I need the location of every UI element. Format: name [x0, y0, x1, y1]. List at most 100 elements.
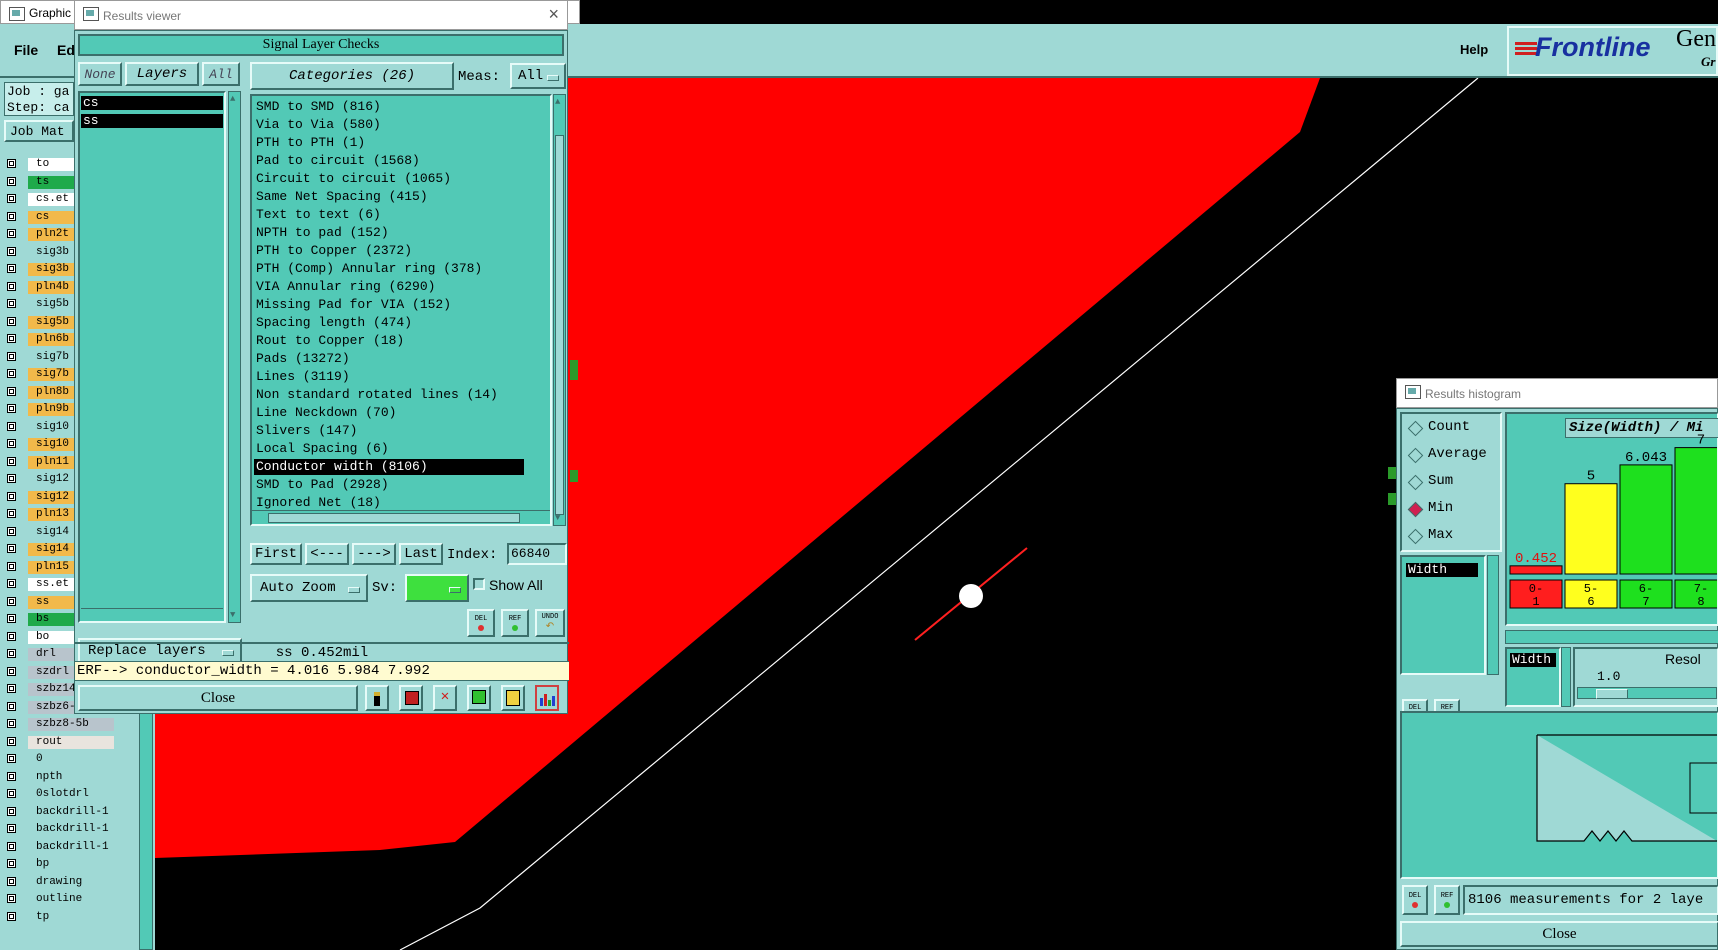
layer-checkbox[interactable]	[7, 544, 16, 553]
width-field-list[interactable]: Width	[1505, 647, 1561, 707]
layer-checkbox[interactable]	[7, 229, 16, 238]
layer-list-vscroll[interactable]: ▲ ▼	[228, 91, 241, 623]
layer-checkbox[interactable]	[7, 824, 16, 833]
layer-checkbox[interactable]	[7, 771, 16, 781]
delete-results-icon[interactable]: ✕	[433, 685, 457, 711]
layer-checkbox[interactable]	[7, 456, 16, 466]
category-item[interactable]: Conductor width (8106)	[254, 459, 524, 475]
histogram-bar[interactable]	[1564, 483, 1618, 575]
file-menu[interactable]: File	[14, 42, 38, 58]
none-button[interactable]: None	[78, 62, 122, 86]
undo-icon[interactable]: UNDO ↶	[535, 609, 565, 637]
last-button[interactable]: Last	[399, 543, 443, 565]
layer-checkbox[interactable]	[7, 736, 16, 746]
layer-row[interactable]: tp	[4, 910, 116, 924]
prev-button[interactable]: <---	[305, 543, 349, 565]
layer-checkbox[interactable]	[7, 159, 16, 168]
layer-checkbox[interactable]	[7, 754, 16, 763]
category-item[interactable]: Pads (13272)	[254, 351, 524, 367]
mode-radio-max[interactable]: Max	[1407, 526, 1500, 546]
layer-row[interactable]: backdrill-1	[4, 805, 116, 819]
layer-name[interactable]: 0	[28, 753, 114, 766]
layer-checkbox[interactable]	[7, 264, 16, 273]
category-item[interactable]: Text to text (6)	[254, 207, 524, 223]
category-item[interactable]: PTH to Copper (2372)	[254, 243, 524, 259]
layer-row[interactable]: backdrill-1	[4, 840, 116, 854]
layer-checkbox[interactable]	[7, 281, 16, 291]
chart-hscroll[interactable]	[1505, 630, 1718, 644]
layer-row[interactable]: 0	[4, 753, 116, 766]
categories-list[interactable]: SMD to SMD (816) Via to Via (580) PTH to P…	[250, 94, 552, 526]
layer-checkbox[interactable]	[7, 631, 16, 641]
categories-hscroll[interactable]	[252, 510, 550, 524]
layer-checkbox[interactable]	[7, 509, 16, 518]
histogram-icon[interactable]	[535, 685, 559, 711]
layer-name[interactable]: outline	[28, 893, 114, 906]
category-item[interactable]: Slivers (147)	[254, 423, 524, 439]
histogram-bar[interactable]	[1674, 447, 1717, 575]
width-field-scrollbar[interactable]	[1561, 647, 1571, 707]
category-item[interactable]: SMD to Pad (2928)	[254, 477, 524, 493]
layer-item-cs[interactable]: cs	[81, 96, 223, 110]
layer-checkbox[interactable]	[7, 911, 16, 921]
layer-name[interactable]: backdrill-1	[28, 840, 114, 854]
all-button[interactable]: All	[202, 62, 240, 86]
layer-checkbox[interactable]	[7, 649, 16, 658]
resolution-slider-thumb[interactable]	[1596, 689, 1628, 699]
category-item[interactable]: Via to Via (580)	[254, 117, 524, 133]
hist-list[interactable]: Width	[1400, 555, 1486, 675]
layer-checkbox[interactable]	[7, 526, 16, 536]
width-field-item[interactable]: Width	[1510, 653, 1556, 667]
highlight-icon[interactable]	[399, 685, 423, 711]
show-all-checkbox[interactable]	[473, 578, 485, 590]
layer-checkbox[interactable]	[7, 211, 16, 221]
layers-button[interactable]: Layers	[125, 62, 199, 86]
histogram-bar[interactable]	[1619, 464, 1673, 575]
layer-checkbox[interactable]	[7, 561, 16, 571]
layer-checkbox[interactable]	[7, 404, 16, 413]
layer-checkbox[interactable]	[7, 439, 16, 448]
histogram-close-button[interactable]: Close	[1400, 921, 1718, 947]
layer-name[interactable]: drawing	[28, 875, 114, 889]
layer-name[interactable]: backdrill-1	[28, 823, 114, 836]
layer-checkbox[interactable]	[7, 246, 16, 256]
measurement-marker-circle[interactable]	[959, 584, 983, 608]
category-item[interactable]: Ignored Net (18)	[254, 495, 524, 511]
histogram-titlebar[interactable]: Results histogram	[1396, 378, 1718, 408]
category-item[interactable]: VIA Annular ring (6290)	[254, 279, 524, 295]
layer-row[interactable]: 0slotdrl	[4, 788, 116, 801]
mode-radio-sum[interactable]: Sum	[1407, 472, 1500, 492]
layer-checkbox[interactable]	[7, 579, 16, 588]
layer-checkbox[interactable]	[7, 614, 16, 623]
layer-checkbox[interactable]	[7, 369, 16, 378]
layer-name[interactable]: backdrill-1	[28, 805, 114, 819]
hist-list-scrollbar[interactable]	[1487, 555, 1499, 675]
resolution-slider[interactable]	[1577, 687, 1717, 699]
layer-name[interactable]: npth	[28, 770, 114, 784]
layer-row[interactable]: drawing	[4, 875, 116, 889]
layer-name[interactable]: 0slotdrl	[28, 788, 114, 801]
close-button[interactable]: Close	[78, 685, 358, 711]
layer-row[interactable]: backdrill-1	[4, 823, 116, 836]
layer-checkbox[interactable]	[7, 859, 16, 868]
category-item[interactable]: NPTH to pad (152)	[254, 225, 524, 241]
category-item[interactable]: SMD to SMD (816)	[254, 99, 524, 115]
layer-checkbox[interactable]	[7, 176, 16, 186]
index-input[interactable]: 66840	[507, 543, 567, 565]
layer-checkbox[interactable]	[7, 701, 16, 711]
layer-row[interactable]: rout	[4, 735, 116, 749]
auto-zoom-dropdown[interactable]: Auto Zoom	[250, 574, 368, 602]
category-item[interactable]: Missing Pad for VIA (152)	[254, 297, 524, 313]
layer-name[interactable]: bp	[28, 858, 114, 871]
category-item[interactable]: Pad to circuit (1568)	[254, 153, 524, 169]
category-item[interactable]: PTH (Comp) Annular ring (378)	[254, 261, 524, 277]
category-item[interactable]: Spacing length (474)	[254, 315, 524, 331]
del-icon[interactable]: DEL	[1402, 885, 1428, 915]
layer-checkbox[interactable]	[7, 596, 16, 606]
layer-checkbox[interactable]	[7, 789, 16, 798]
layer-checkbox[interactable]	[7, 299, 16, 308]
ref-icon[interactable]: REF	[501, 609, 529, 637]
category-item[interactable]: Line Neckdown (70)	[254, 405, 524, 421]
layer-name[interactable]: szbz8-5b	[28, 718, 114, 731]
category-item[interactable]: Circuit to circuit (1065)	[254, 171, 524, 187]
